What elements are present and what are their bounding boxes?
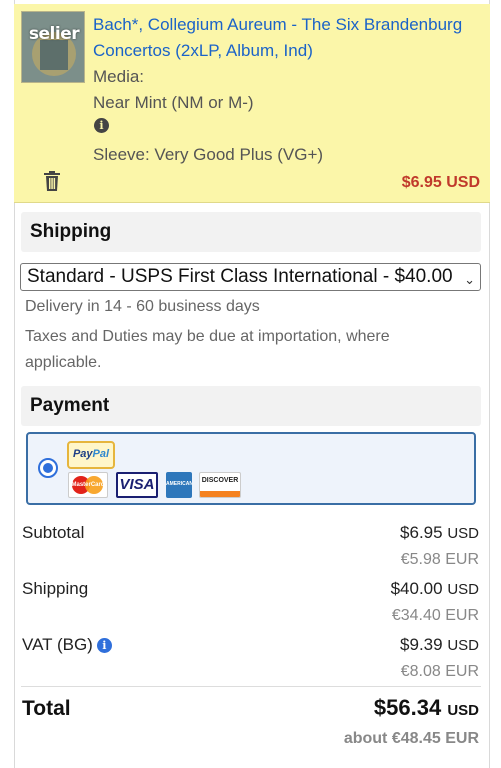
subtotal-eur: €5.98 EUR (400, 551, 479, 568)
chevron-down-icon: ⌄ (464, 272, 475, 287)
visa-logo: VISA (116, 472, 158, 498)
item-title-link[interactable]: Bach*, Collegium Aureum - The Six Brande… (93, 12, 483, 64)
vat-usd: $9.39 USD (400, 635, 479, 654)
delivery-estimate: Delivery in 14 - 60 business days (25, 298, 260, 315)
paypal-logo: PayPal (67, 441, 115, 469)
item-price: $6.95 USD (401, 174, 480, 191)
amex-logo: AMERICAN EXPRESS (166, 472, 192, 498)
shipping-usd: $40.00 USD (390, 579, 479, 598)
vat-label: VAT (BG) i (22, 635, 112, 655)
total-usd: $56.34 USD (373, 695, 479, 720)
payment-option-paypal[interactable]: PayPal MasterCard VISA AMERICAN EXPRESS … (26, 432, 476, 505)
shipping-method-select[interactable]: Standard - USPS First Class Internationa… (20, 263, 481, 291)
vat-info-icon[interactable]: i (96, 638, 112, 653)
shipping-selected-option: Standard - USPS First Class Internationa… (27, 266, 453, 287)
subtotal-usd: $6.95 USD (400, 523, 479, 542)
shipping-heading: Shipping (21, 212, 481, 252)
album-thumbnail[interactable]: selier (21, 11, 85, 83)
mastercard-logo: MasterCard (68, 472, 108, 498)
taxes-note: Taxes and Duties may be due at importati… (25, 328, 390, 371)
media-label: Media: (93, 67, 145, 86)
radio-selected-icon[interactable] (38, 458, 58, 478)
thumbnail-watermark: selier (28, 24, 80, 44)
trash-icon[interactable] (44, 171, 60, 191)
divider (21, 686, 481, 687)
cart-item: selier Bach*, Collegium Aureum - The Six… (14, 4, 490, 203)
total-eur: about €48.45 EUR (343, 730, 479, 747)
shipping-eur: €34.40 EUR (391, 607, 479, 624)
sleeve-condition: Sleeve: Very Good Plus (VG+) (93, 145, 324, 164)
total-label: Total (22, 697, 71, 720)
subtotal-label: Subtotal (22, 523, 85, 542)
payment-heading: Payment (21, 386, 481, 426)
media-condition: Near Mint (NM or M-) (93, 93, 254, 112)
album-art-shape (40, 40, 68, 70)
shipping-label: Shipping (22, 579, 89, 598)
info-icon[interactable]: i (94, 118, 109, 133)
discover-logo: DISCOVER (199, 472, 241, 498)
vat-eur: €8.08 EUR (400, 663, 479, 680)
